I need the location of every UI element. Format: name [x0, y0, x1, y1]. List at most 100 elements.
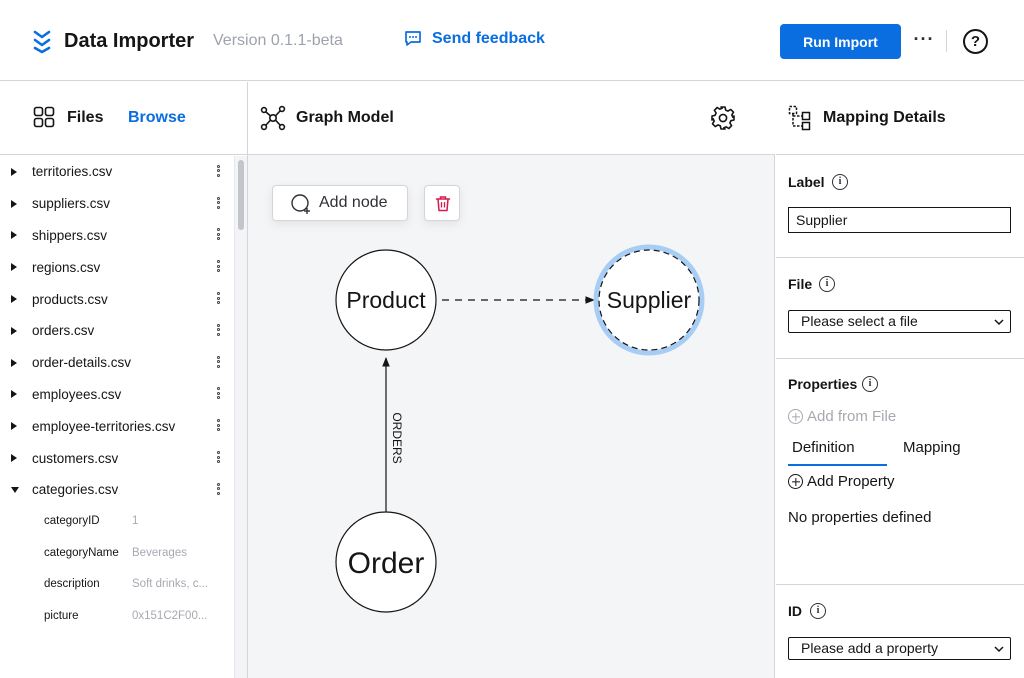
caret-right-icon[interactable]	[11, 295, 17, 304]
node-supplier-label: Supplier	[607, 287, 692, 313]
file-info-icon[interactable]: i	[819, 276, 835, 292]
label-section-title: Label	[788, 174, 825, 190]
settings-gear-icon[interactable]	[710, 105, 736, 131]
node-order[interactable]: Order	[335, 511, 437, 613]
file-name: shippers.csv	[32, 227, 108, 243]
id-select[interactable]: Please add a property	[788, 637, 1011, 660]
file-list: territories.csv suppliers.csv shippers.csv…	[0, 156, 232, 633]
column-sample-value: 1	[132, 514, 139, 527]
file-row[interactable]: customers.csv	[0, 442, 232, 474]
top-bar: Data Importer Version 0.1.1-beta Send fe…	[0, 0, 1024, 81]
node-product[interactable]: Product	[335, 249, 437, 351]
add-property-button[interactable]: Add Property	[788, 473, 895, 490]
column-row[interactable]: picture 0x151C2F00...	[0, 601, 232, 633]
graph-network-icon	[260, 105, 286, 131]
send-feedback-link[interactable]: Send feedback	[404, 30, 545, 48]
plus-circle-icon	[788, 474, 803, 489]
run-import-button[interactable]: Run Import	[780, 24, 901, 59]
properties-section-title: Properties	[788, 376, 858, 392]
file-row[interactable]: order-details.csv	[0, 347, 232, 379]
caret-right-icon[interactable]	[11, 199, 17, 208]
kebab-menu-icon[interactable]	[214, 387, 222, 401]
kebab-menu-icon[interactable]	[214, 292, 222, 306]
file-name: suppliers.csv	[32, 196, 111, 212]
kebab-menu-icon[interactable]	[214, 196, 222, 211]
kebab-menu-icon[interactable]	[214, 164, 222, 179]
chevron-down-icon	[994, 646, 1004, 653]
properties-info-icon[interactable]: i	[862, 376, 878, 392]
node-order-label: Order	[348, 547, 425, 580]
caret-right-icon[interactable]	[11, 390, 17, 399]
file-row[interactable]: orders.csv	[0, 315, 232, 347]
caret-right-icon[interactable]	[11, 358, 17, 367]
label-info-icon[interactable]: i	[832, 174, 848, 190]
label-input[interactable]	[788, 207, 1011, 233]
file-name: categories.csv	[32, 482, 119, 498]
no-properties-text: No properties defined	[788, 509, 932, 526]
label-section: Label i	[776, 156, 1024, 258]
file-section-title: File	[788, 276, 813, 292]
graph-model-panel: Graph Model Add node ORDERS Product Supp…	[248, 82, 775, 678]
file-row[interactable]: suppliers.csv	[0, 188, 232, 220]
file-row[interactable]: categories.csv	[0, 474, 232, 506]
add-property-label: Add Property	[807, 473, 895, 490]
files-title: Files	[67, 109, 104, 126]
relationship-orders-label: ORDERS	[390, 412, 404, 463]
kebab-menu-icon[interactable]	[214, 482, 222, 497]
graph-model-title: Graph Model	[296, 109, 394, 126]
properties-section	[776, 359, 1024, 585]
column-name: picture	[44, 610, 79, 623]
node-supplier[interactable]: Supplier	[593, 244, 705, 356]
kebab-menu-icon[interactable]	[214, 323, 222, 338]
tab-mapping[interactable]: Mapping	[903, 439, 961, 456]
send-feedback-label: Send feedback	[432, 30, 545, 47]
file-row[interactable]: products.csv	[0, 283, 232, 315]
app-title: Data Importer	[64, 30, 195, 52]
file-row[interactable]: territories.csv	[0, 156, 232, 188]
files-panel: Files Browse territories.csv suppliers.cs…	[0, 82, 248, 678]
graph-model-header: Graph Model	[248, 82, 775, 155]
browse-link[interactable]: Browse	[128, 109, 186, 127]
caret-right-icon[interactable]	[11, 167, 17, 176]
kebab-menu-icon[interactable]	[214, 260, 222, 274]
kebab-menu-icon[interactable]	[214, 355, 222, 370]
caret-down-icon[interactable]	[11, 486, 19, 493]
column-sample-value: Beverages	[132, 546, 187, 559]
add-from-file-button[interactable]: Add from File	[788, 408, 896, 425]
help-icon[interactable]: ?	[963, 29, 988, 54]
node-product-label: Product	[346, 287, 426, 313]
caret-right-icon[interactable]	[11, 326, 17, 335]
scrollbar-thumb[interactable]	[238, 160, 244, 230]
file-row[interactable]: regions.csv	[0, 251, 232, 283]
file-list-scrollbar[interactable]	[234, 156, 247, 678]
column-row[interactable]: categoryName Beverages	[0, 538, 232, 570]
column-name: categoryName	[44, 546, 119, 559]
file-row[interactable]: employees.csv	[0, 379, 232, 411]
file-name: employees.csv	[32, 386, 122, 402]
id-section-title: ID	[788, 603, 802, 619]
mapping-details-header: Mapping Details	[776, 82, 1024, 155]
caret-right-icon[interactable]	[11, 422, 17, 431]
chevron-down-icon	[994, 319, 1004, 326]
column-row[interactable]: categoryID 1	[0, 506, 232, 538]
tab-definition[interactable]: Definition	[792, 439, 855, 456]
column-row[interactable]: description Soft drinks, c...	[0, 569, 232, 601]
file-section: File i Please select a file	[776, 258, 1024, 359]
id-info-icon[interactable]: i	[810, 603, 826, 619]
kebab-menu-icon[interactable]	[214, 451, 222, 465]
file-name: customers.csv	[32, 450, 119, 466]
kebab-menu-icon[interactable]	[214, 228, 222, 242]
app-logo-icon	[33, 30, 51, 54]
file-row[interactable]: employee-territories.csv	[0, 410, 232, 442]
caret-right-icon[interactable]	[11, 454, 17, 463]
graph-canvas[interactable]: ORDERS Product Supplier Order	[248, 156, 775, 678]
mapping-tree-icon	[788, 105, 811, 131]
more-options-icon[interactable]: ···	[912, 28, 936, 54]
caret-right-icon[interactable]	[11, 263, 17, 272]
file-name: regions.csv	[32, 259, 101, 275]
kebab-menu-icon[interactable]	[214, 419, 222, 433]
caret-right-icon[interactable]	[11, 231, 17, 240]
file-row[interactable]: shippers.csv	[0, 220, 232, 252]
file-select[interactable]: Please select a file	[788, 310, 1011, 333]
file-name: orders.csv	[32, 323, 95, 339]
